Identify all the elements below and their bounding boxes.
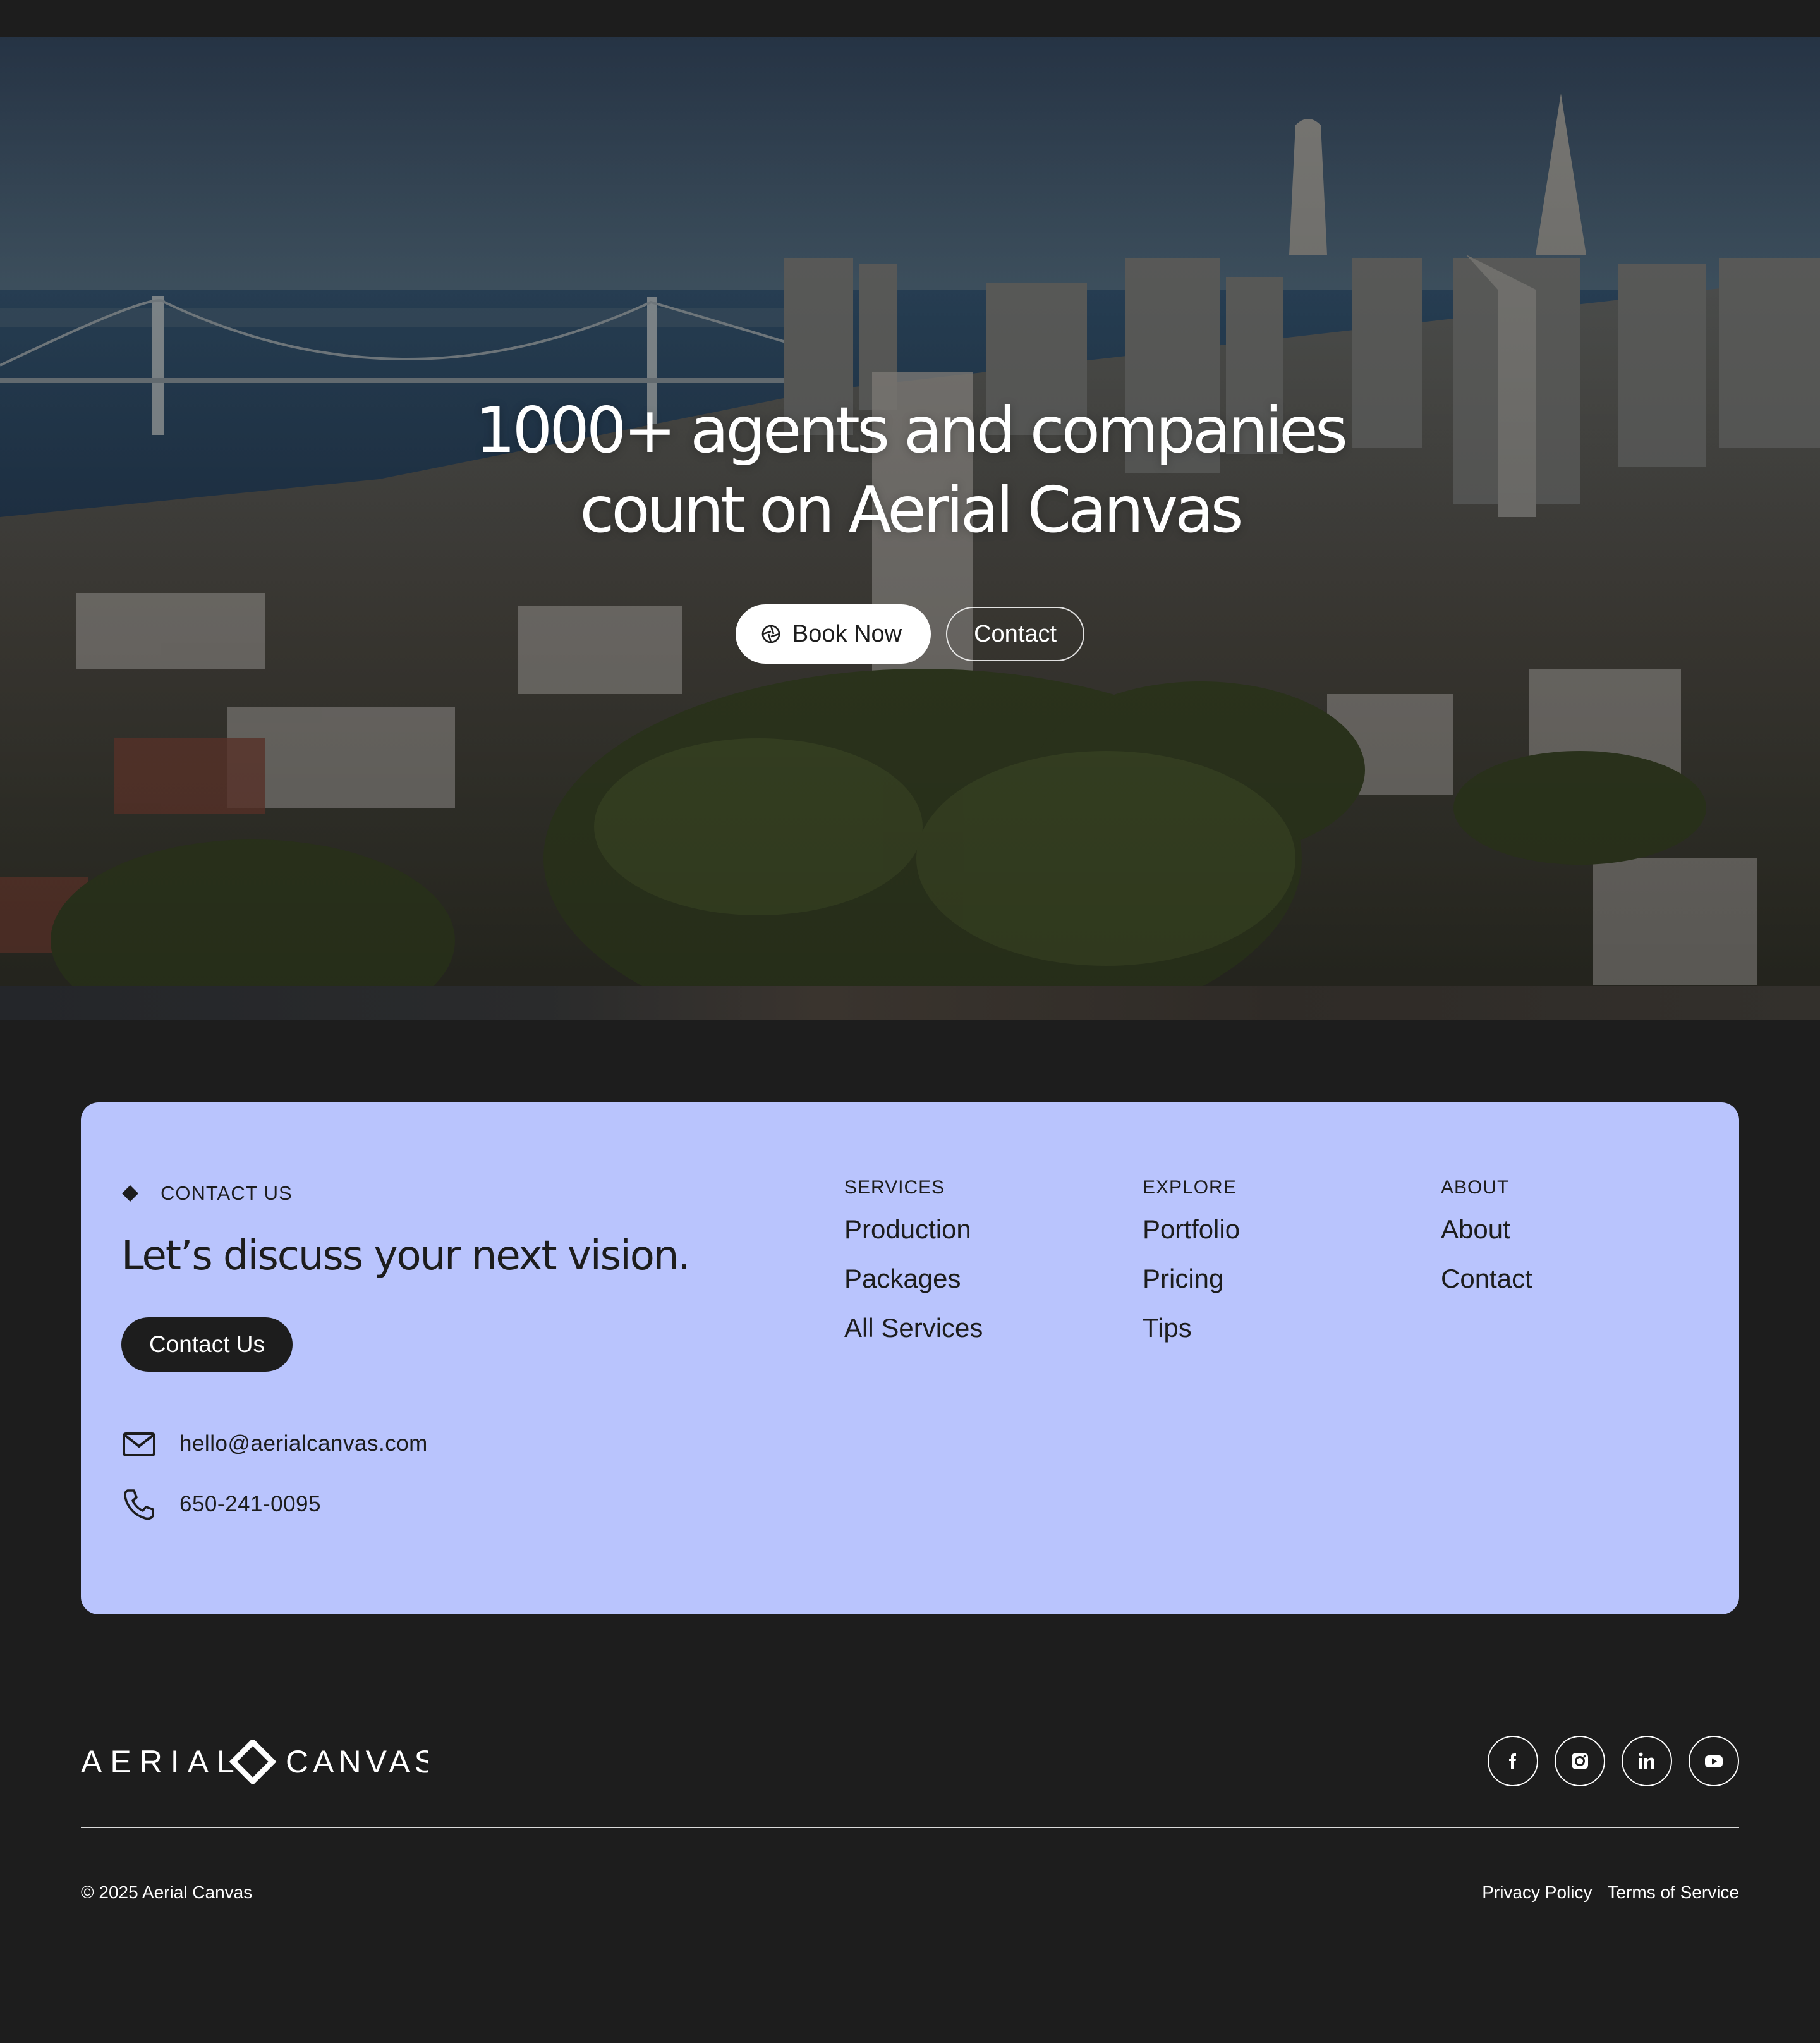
contact-eyebrow-label: CONTACT US xyxy=(161,1182,293,1204)
about-heading: ABOUT xyxy=(1441,1177,1510,1198)
hero-content: 1000+ agents and companies count on Aeri… xyxy=(0,391,1820,664)
hero-section: 1000+ agents and companies count on Aeri… xyxy=(0,37,1820,1020)
hero-buttons: Book Now Contact xyxy=(0,604,1820,664)
phone-icon xyxy=(121,1487,157,1522)
linkedin-link[interactable] xyxy=(1622,1736,1672,1786)
services-heading: SERVICES xyxy=(844,1177,945,1198)
hero-contact-button[interactable]: Contact xyxy=(946,607,1085,661)
book-now-label: Book Now xyxy=(792,620,902,647)
social-links xyxy=(1488,1736,1739,1786)
contact-us-button[interactable]: Contact Us xyxy=(121,1317,293,1372)
link-production[interactable]: Production xyxy=(844,1215,983,1244)
explore-links: Portfolio Pricing Tips xyxy=(1143,1215,1240,1343)
terms-of-service-link[interactable]: Terms of Service xyxy=(1608,1882,1740,1903)
contact-heading: Let’s discuss your next vision. xyxy=(121,1233,691,1279)
services-column: SERVICES Production Packages All Service… xyxy=(844,1177,983,1343)
aperture-icon xyxy=(761,624,781,644)
aerial-canvas-logo[interactable]: AERIAL CANVAS xyxy=(81,1740,428,1784)
logo-text-left: AERIAL xyxy=(81,1744,243,1779)
link-contact[interactable]: Contact xyxy=(1441,1264,1532,1293)
youtube-link[interactable] xyxy=(1689,1736,1739,1786)
link-pricing[interactable]: Pricing xyxy=(1143,1264,1240,1293)
hero-bottom-strip xyxy=(0,986,1820,1020)
contact-card: CONTACT US Let’s discuss your next visio… xyxy=(81,1102,1739,1614)
linkedin-icon xyxy=(1639,1752,1654,1769)
contact-eyebrow: CONTACT US xyxy=(121,1182,689,1205)
contact-block: CONTACT US Let’s discuss your next visio… xyxy=(121,1182,691,1522)
copyright-text: © 2025 Aerial Canvas xyxy=(81,1882,253,1902)
services-links: Production Packages All Services xyxy=(844,1215,983,1343)
explore-heading: EXPLORE xyxy=(1143,1177,1237,1198)
diamond-icon xyxy=(121,1185,139,1202)
mail-icon xyxy=(121,1426,157,1461)
footer-divider xyxy=(81,1827,1739,1828)
link-all-services[interactable]: All Services xyxy=(844,1314,983,1343)
facebook-link[interactable] xyxy=(1488,1736,1538,1786)
logo-text-right: CANVAS xyxy=(286,1744,428,1779)
privacy-policy-link[interactable]: Privacy Policy xyxy=(1482,1882,1592,1903)
about-column: ABOUT About Contact xyxy=(1441,1177,1532,1293)
link-portfolio[interactable]: Portfolio xyxy=(1143,1215,1240,1244)
legal-links: Privacy Policy Terms of Service xyxy=(1482,1882,1739,1903)
hero-title: 1000+ agents and companies count on Aeri… xyxy=(475,393,1348,547)
link-tips[interactable]: Tips xyxy=(1143,1314,1240,1343)
hero-contact-label: Contact xyxy=(974,620,1057,647)
phone-link[interactable]: 650-241-0095 xyxy=(121,1487,689,1522)
instagram-icon xyxy=(1572,1753,1588,1769)
about-links: About Contact xyxy=(1441,1215,1532,1293)
email-text: hello@aerialcanvas.com xyxy=(179,1431,428,1456)
email-link[interactable]: hello@aerialcanvas.com xyxy=(121,1426,689,1461)
instagram-link[interactable] xyxy=(1555,1736,1605,1786)
phone-text: 650-241-0095 xyxy=(179,1492,321,1516)
link-packages[interactable]: Packages xyxy=(844,1264,983,1293)
book-now-button[interactable]: Book Now xyxy=(735,604,931,664)
youtube-icon xyxy=(1705,1755,1723,1767)
facebook-icon xyxy=(1509,1753,1516,1769)
link-about[interactable]: About xyxy=(1441,1215,1532,1244)
explore-column: EXPLORE Portfolio Pricing Tips xyxy=(1143,1177,1240,1343)
